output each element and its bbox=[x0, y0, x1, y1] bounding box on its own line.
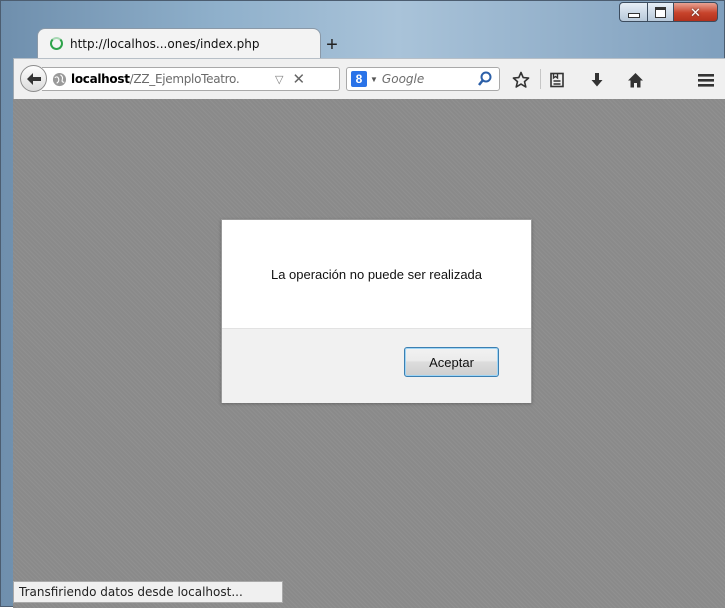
bookmarks-menu-button[interactable] bbox=[548, 71, 566, 89]
search-engine-icon[interactable]: 8 bbox=[351, 71, 367, 87]
maximize-button[interactable] bbox=[647, 2, 674, 22]
maximize-icon bbox=[655, 6, 666, 18]
alert-dialog: La operación no puede ser realizada Acep… bbox=[221, 219, 532, 403]
home-button[interactable] bbox=[626, 71, 644, 89]
browser-tab[interactable]: http://localhos...ones/index.php bbox=[37, 28, 321, 58]
page-content-overlay: La operación no puede ser realizada Acep… bbox=[13, 99, 725, 608]
search-icon[interactable] bbox=[477, 71, 493, 87]
browser-window: ✕ http://localhos...ones/index.php + loc… bbox=[0, 0, 725, 608]
url-text: localhost/ZZ_EjemploTeatro. bbox=[71, 72, 269, 86]
bookmarks-list-icon bbox=[550, 72, 564, 88]
stop-loading-button[interactable]: ✕ bbox=[292, 70, 305, 88]
home-icon bbox=[627, 72, 643, 87]
minimize-icon bbox=[627, 12, 640, 18]
download-arrow-icon bbox=[591, 73, 603, 87]
globe-icon bbox=[52, 72, 67, 86]
search-input[interactable]: Google bbox=[382, 72, 477, 86]
accept-button[interactable]: Aceptar bbox=[404, 347, 499, 377]
status-bar: Transfiriendo datos desde localhost... bbox=[13, 581, 283, 603]
window-controls: ✕ bbox=[619, 2, 718, 22]
menu-button[interactable] bbox=[697, 71, 715, 89]
loading-throbber-icon bbox=[50, 37, 63, 50]
dialog-message: La operación no puede ser realizada bbox=[270, 266, 483, 282]
minimize-button[interactable] bbox=[619, 2, 648, 22]
bookmark-button[interactable] bbox=[512, 71, 530, 89]
url-bar[interactable]: localhost/ZZ_EjemploTeatro. ▽ ✕ bbox=[42, 67, 340, 91]
close-icon: ✕ bbox=[690, 4, 701, 20]
new-tab-button[interactable]: + bbox=[320, 33, 344, 57]
engine-dropdown-icon[interactable]: ▼ bbox=[370, 75, 378, 84]
dialog-footer: Aceptar bbox=[222, 328, 531, 403]
search-bar[interactable]: 8 ▼ Google bbox=[346, 67, 500, 91]
back-arrow-icon bbox=[26, 72, 41, 85]
url-path: /ZZ_EjemploTeatro. bbox=[129, 72, 240, 86]
hamburger-menu-icon bbox=[698, 74, 714, 87]
back-button[interactable] bbox=[20, 65, 47, 92]
plus-icon: + bbox=[326, 33, 338, 56]
dropdown-triangle-icon[interactable]: ▽ bbox=[275, 73, 283, 86]
toolbar-separator bbox=[540, 69, 541, 89]
star-icon bbox=[512, 71, 530, 88]
downloads-button[interactable] bbox=[588, 71, 606, 89]
navigation-toolbar: localhost/ZZ_EjemploTeatro. ▽ ✕ 8 ▼ Goog… bbox=[13, 58, 725, 99]
url-host: localhost bbox=[71, 72, 130, 86]
close-window-button[interactable]: ✕ bbox=[673, 2, 718, 22]
tab-title: http://localhos...ones/index.php bbox=[70, 36, 260, 51]
